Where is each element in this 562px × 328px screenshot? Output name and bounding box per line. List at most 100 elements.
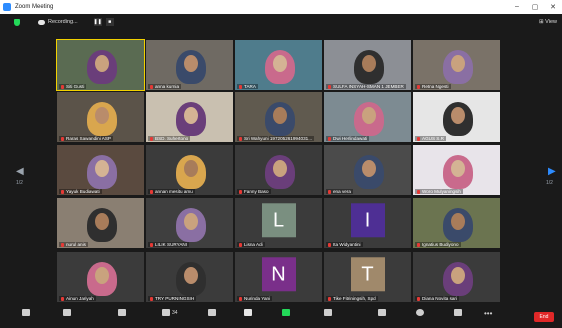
participant-name: TRY PURNINGSIH [155,296,195,301]
participant-tile[interactable]: Yayuk Budiawati [57,145,144,195]
participant-name-label: Woro Mulyaningsih [415,189,463,194]
participant-face [273,55,287,72]
muted-mic-icon [417,136,420,141]
participant-name: Ita Widyantini [333,242,361,247]
muted-mic-icon [150,296,153,301]
participant-name-label: SULFA INSYAH-SMAN 1 JEMBER [326,84,406,89]
participant-tile[interactable]: TARA [235,40,322,90]
participant-name: Raras Sawandini ASP [66,136,111,141]
participant-tile[interactable]: T Tike Fitriningsih, Spd [324,252,411,302]
video-button[interactable] [63,309,71,316]
participant-name-label: Nurinda Yani [237,296,273,301]
ellipsis-icon: ••• [484,309,493,318]
participant-tile[interactable]: Ignatius Budiyono [413,198,500,248]
participant-face [184,213,198,230]
participant-tile[interactable]: annan mesitu amu [146,145,233,195]
next-page-icon[interactable]: ▶ [548,166,556,177]
participant-tile[interactable]: Raras Sawandini ASP [57,92,144,142]
reactions-button[interactable] [416,309,424,316]
smile-icon [416,309,424,316]
participant-initial: I [350,203,385,238]
participant-tile[interactable]: Ainun Jariyah [57,252,144,302]
participant-name: Sri Wahyuni 197205261994031... [244,136,313,141]
participant-initial: L [261,203,296,238]
participant-tile[interactable]: anna kurnia [146,40,233,90]
participant-face [273,107,287,124]
participant-name-label: TRY PURNINGSIH [148,296,197,301]
participant-name: Ignatius Budiyono [422,242,459,247]
participant-tile[interactable]: nurul anis [57,198,144,248]
participant-tile[interactable]: I Ita Widyantini [324,198,411,248]
record-button[interactable] [324,309,332,316]
participant-tile[interactable]: BSD. Suhertono [146,92,233,142]
pause-recording-button[interactable]: ❚❚ [93,18,102,26]
muted-mic-icon [150,136,153,141]
polls-button[interactable] [208,309,216,316]
window-titlebar: Zoom Meeting – ▢ ✕ [0,0,562,14]
muted-mic-icon [150,189,153,194]
participant-name-label: AGUS S.R [415,136,446,141]
end-meeting-button[interactable]: End [534,312,554,322]
participants-button[interactable]: 34 [162,309,178,316]
participant-name-label: Ita Widyantini [326,242,363,247]
participant-name: Woro Mulyaningsih [422,189,461,194]
participants-count: 34 [172,309,178,316]
participant-tile[interactable]: SULFA INSYAH-SMAN 1 JEMBER [324,40,411,90]
participant-tile[interactable]: AGUS S.R [413,92,500,142]
muted-mic-icon [239,242,242,247]
minimize-button[interactable]: – [508,3,526,11]
meeting-topbar: Recording... ❚❚ ■ ⊞ View [0,14,562,30]
participant-tile[interactable]: Woro Mulyaningsih [413,145,500,195]
page-indicator-left: 1/2 [16,180,23,186]
maximize-button[interactable]: ▢ [526,3,544,11]
muted-mic-icon [328,296,331,301]
participant-name: Yayuk Budiawati [66,189,100,194]
microphone-icon [22,309,30,316]
participant-tile[interactable]: Dwi Herlindawati [324,92,411,142]
closed-caption-button[interactable] [378,309,386,316]
muted-mic-icon [328,189,331,194]
security-button[interactable] [118,309,126,316]
stop-recording-button[interactable]: ■ [105,18,114,26]
apps-button[interactable] [454,309,462,316]
participant-initial: T [350,257,385,292]
participant-tile[interactable]: N Nurinda Yani [235,252,322,302]
participant-face [451,267,465,284]
participant-face [95,160,109,177]
security-shield-icon[interactable] [14,18,20,26]
participant-name-label: Fanny Baso [237,189,271,194]
mute-button[interactable] [22,309,30,316]
camera-icon [63,309,71,316]
previous-page-icon[interactable]: ◀ [16,166,24,177]
muted-mic-icon [417,242,420,247]
participant-tile[interactable]: Diana Novita sari [413,252,500,302]
participant-tile[interactable]: LILIK SURYANI [146,198,233,248]
close-button[interactable]: ✕ [544,3,562,11]
participant-name-label: Sri Wahyuni 197205261994031... [237,136,315,141]
more-button[interactable]: ••• [484,309,492,318]
participant-name-label: Yayuk Budiawati [59,189,102,194]
record-icon [324,309,332,316]
participant-name: TARA [244,84,256,89]
participant-tile[interactable]: ena vera [324,145,411,195]
participant-name: nurul anis [66,242,86,247]
participant-name-label: Diana Novita sari [415,296,459,301]
participant-name-label: Tike Fitriningsih, Spd [326,296,378,301]
muted-mic-icon [328,84,331,89]
view-button[interactable]: ⊞ View [539,19,557,25]
view-label: View [545,19,557,25]
participant-tile[interactable]: TRY PURNINGSIH [146,252,233,302]
participant-tile[interactable]: Retna Ngesti [413,40,500,90]
share-screen-button[interactable] [282,309,290,316]
participant-face [95,55,109,72]
chat-icon [244,309,252,316]
participant-name-label: Lisna Adi [237,242,265,247]
participant-tile[interactable]: Sri Wahyuni 197205261994031... [235,92,322,142]
participant-name: Fanny Baso [244,189,269,194]
participant-tile[interactable]: L Lisna Adi [235,198,322,248]
participant-tile[interactable]: Siti Gusti [56,39,145,91]
chat-button[interactable] [244,309,252,316]
participant-name-label: Dwi Herlindawati [326,136,370,141]
participant-name: Ainun Jariyah [66,296,94,301]
participant-tile[interactable]: Fanny Baso [235,145,322,195]
